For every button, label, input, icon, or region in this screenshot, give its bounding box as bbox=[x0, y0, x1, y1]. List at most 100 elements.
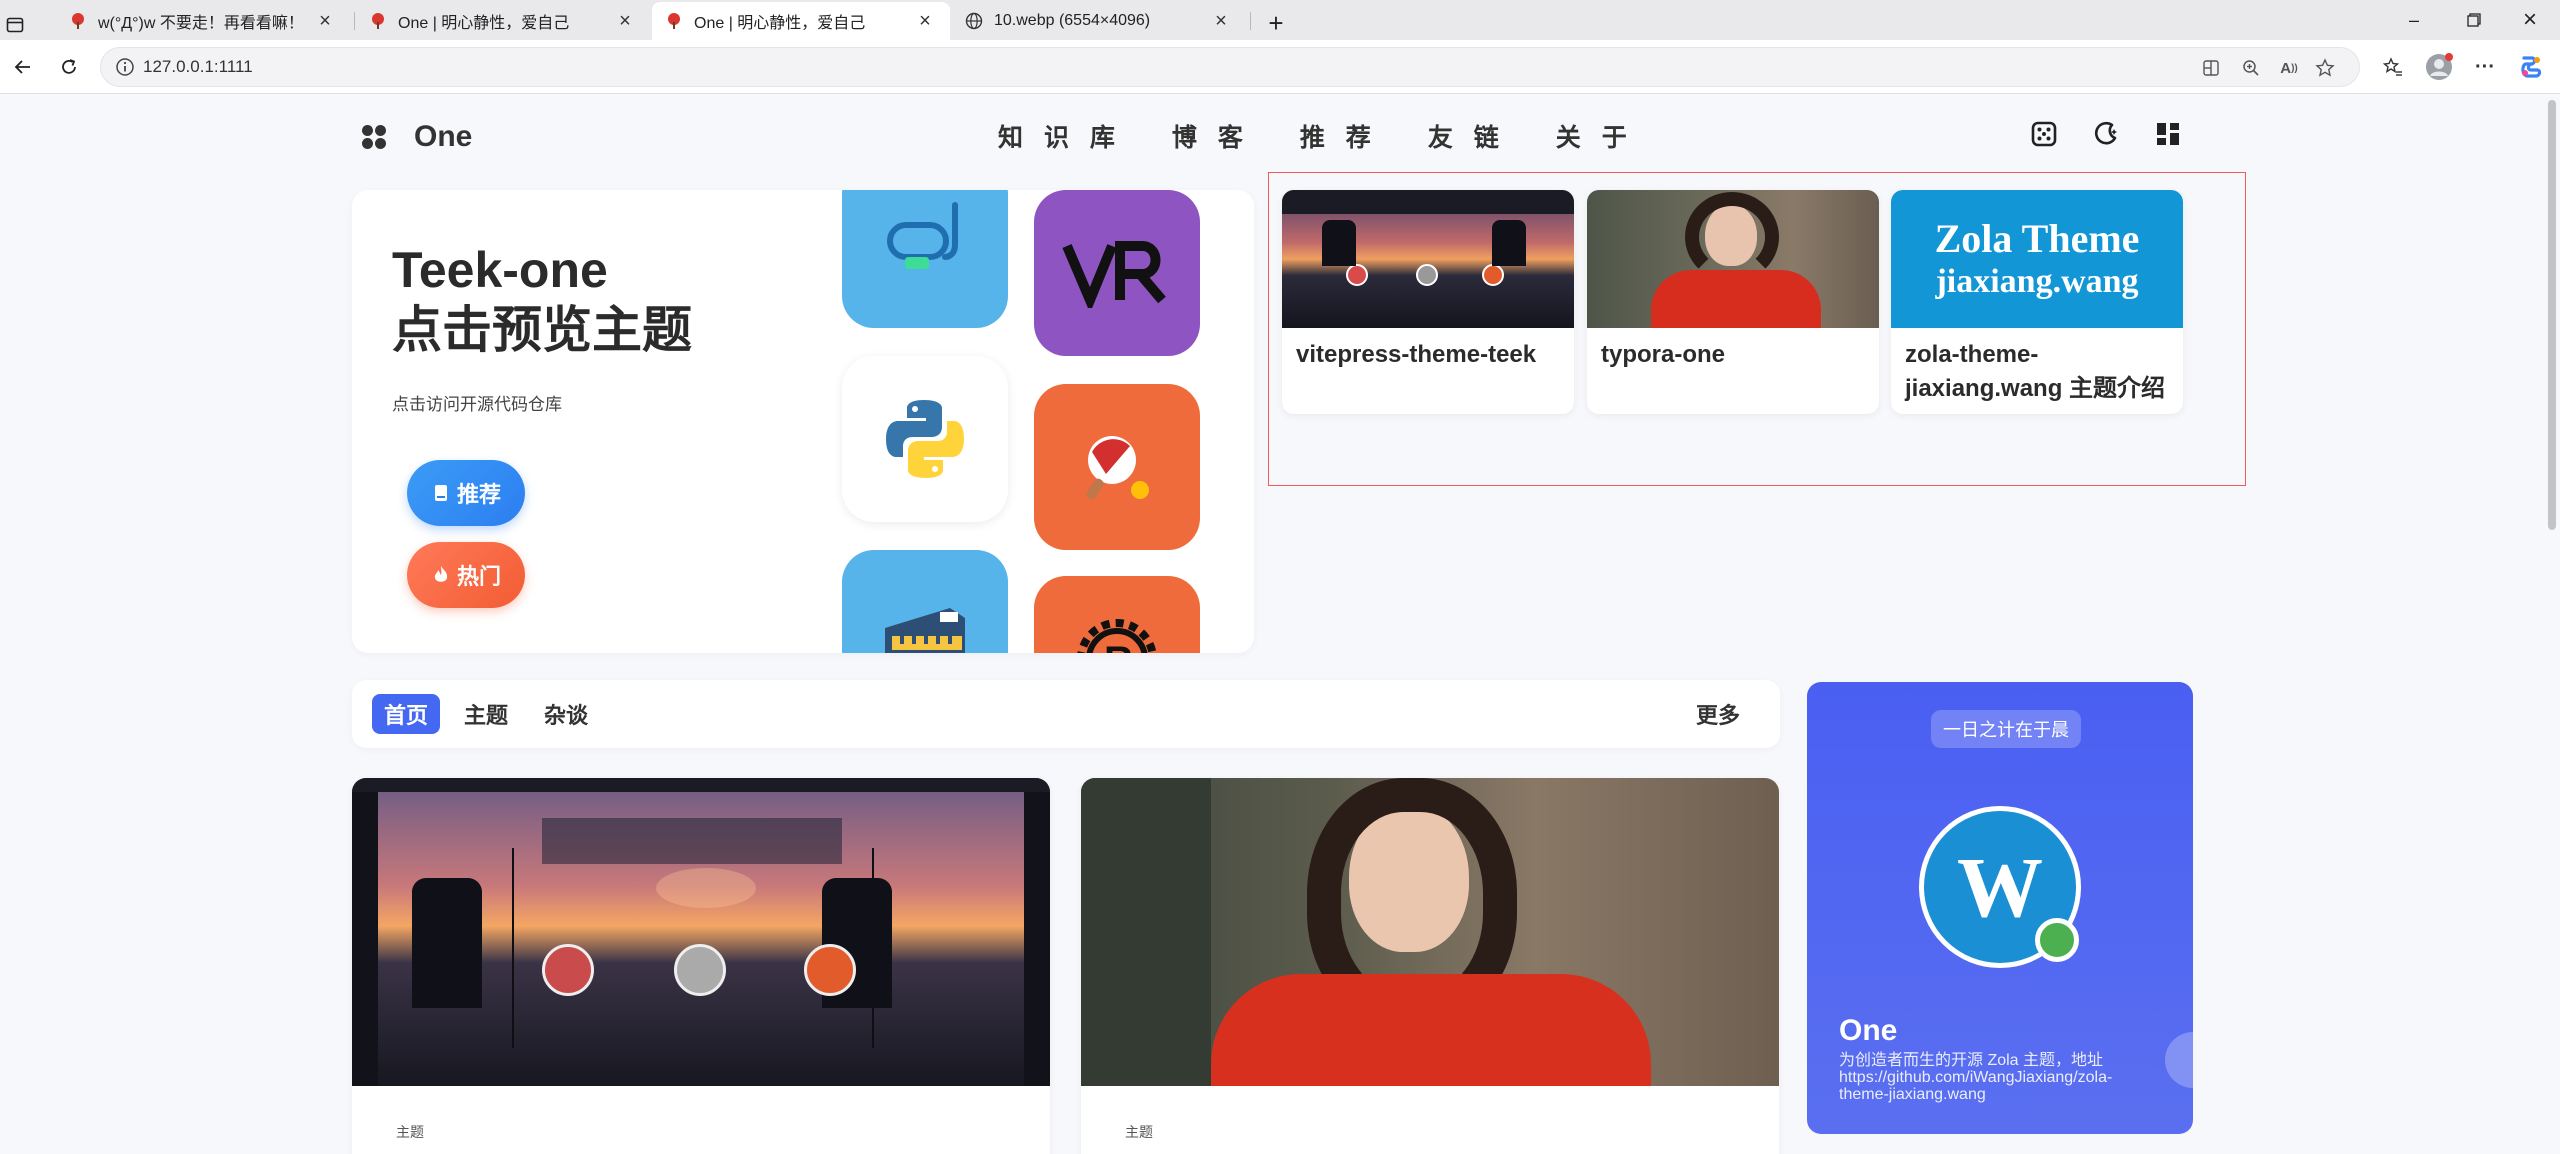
nav-item-about[interactable]: 关 于 bbox=[1556, 118, 1634, 154]
python-app-tile[interactable] bbox=[842, 356, 1008, 522]
tab-title: 10.webp (6554×4096) bbox=[994, 12, 1151, 29]
featured-title: typora-one bbox=[1601, 341, 1726, 368]
nav-item-blog[interactable]: 博 客 bbox=[1172, 118, 1250, 154]
page-scrollbar[interactable] bbox=[2548, 100, 2556, 530]
address-bar[interactable]: 127.0.0.1:1111 A)) bbox=[100, 47, 2360, 87]
arrow-left-icon bbox=[14, 60, 30, 74]
hero-card[interactable]: Teek-one 点击预览主题 点击访问开源代码仓库 推荐 热门 R bbox=[352, 190, 1254, 653]
nav-item-recommend[interactable]: 推 荐 bbox=[1300, 118, 1378, 154]
profile-avatar-icon[interactable] bbox=[2424, 52, 2454, 82]
hot-label: 热门 bbox=[456, 564, 501, 589]
restore-button[interactable] bbox=[2444, 4, 2504, 36]
dice-random-button[interactable] bbox=[2028, 118, 2060, 150]
plus-icon: + bbox=[1268, 7, 1284, 38]
close-icon[interactable]: × bbox=[1210, 10, 1232, 33]
profile-desc-line[interactable]: theme-jiaxiang.wang bbox=[1839, 1086, 2169, 1103]
close-icon[interactable]: × bbox=[914, 10, 936, 33]
read-aloud-icon[interactable]: A)) bbox=[2277, 56, 2301, 80]
book-icon bbox=[431, 483, 451, 503]
tab-title: One | 明心静性，爱自己 bbox=[694, 15, 866, 32]
featured-card-typora[interactable]: typora-one bbox=[1587, 190, 1879, 414]
tab-title: One | 明心静性，爱自己 bbox=[398, 15, 570, 32]
split-screen-icon[interactable] bbox=[2199, 56, 2223, 80]
refresh-icon bbox=[62, 59, 76, 74]
hero-subtitle[interactable]: 点击访问开源代码仓库 bbox=[392, 390, 562, 415]
tab-themes[interactable]: 主题 bbox=[452, 694, 520, 734]
piano-app-tile[interactable] bbox=[842, 550, 1008, 653]
star-icon[interactable] bbox=[2313, 56, 2337, 80]
snorkel-mask-icon bbox=[887, 202, 958, 269]
site-title: One bbox=[414, 120, 473, 153]
post-cover-portrait bbox=[1081, 778, 1779, 1086]
featured-card-zola[interactable]: Zola Theme jiaxiang.wang zola-theme-jiax… bbox=[1891, 190, 2183, 414]
dark-mode-toggle[interactable] bbox=[2090, 118, 2122, 150]
profile-desc-line[interactable]: https://github.com/iWangJiaxiang/zola- bbox=[1839, 1069, 2169, 1086]
featured-thumb-zola: Zola Theme jiaxiang.wang bbox=[1891, 190, 2183, 328]
browser-tab-1[interactable]: w(°Д°)w 不要走！再看看嘛！ × bbox=[56, 2, 350, 40]
browser-tab-3[interactable]: One | 明心静性，爱自己 × bbox=[652, 2, 950, 40]
daily-quote: 一日之计在于晨 bbox=[1931, 710, 2081, 748]
minimize-icon: – bbox=[2408, 9, 2419, 30]
browser-tab-bar: w(°Д°)w 不要走！再看看嘛！ × One | 明心静性，爱自己 × One… bbox=[0, 0, 2560, 40]
piano-icon bbox=[885, 608, 965, 653]
more-menu-icon[interactable]: ··· bbox=[2470, 52, 2500, 82]
main-nav: 知 识 库 博 客 推 荐 友 链 关 于 bbox=[998, 118, 1684, 154]
back-button[interactable] bbox=[6, 50, 40, 84]
post-category[interactable]: 主题 bbox=[396, 1122, 424, 1142]
globe-icon bbox=[964, 11, 984, 31]
minimize-button[interactable]: – bbox=[2384, 4, 2444, 36]
profile-card: 一日之计在于晨 W One 为创造者而生的开源 Zola 主题，地址 https… bbox=[1807, 682, 2193, 1134]
featured-card-vitepress[interactable]: vitepress-theme-teek bbox=[1282, 190, 1574, 414]
tab-actions-icon bbox=[6, 17, 24, 33]
featured-title: vitepress-theme-teek bbox=[1296, 341, 1537, 368]
post-card[interactable]: 主题 bbox=[1081, 778, 1779, 1154]
recommend-label: 推荐 bbox=[456, 482, 501, 507]
window-close-button[interactable]: × bbox=[2500, 4, 2560, 36]
favorites-icon[interactable] bbox=[2378, 52, 2408, 82]
tab-misc[interactable]: 杂谈 bbox=[532, 694, 600, 734]
featured-thumb-portrait bbox=[1587, 190, 1879, 328]
new-tab-button[interactable]: + bbox=[1256, 4, 1296, 42]
red-tree-favicon-icon bbox=[368, 11, 388, 31]
more-link[interactable]: 更多 bbox=[1684, 694, 1752, 734]
browser-tab-2[interactable]: One | 明心静性，爱自己 × bbox=[356, 2, 650, 40]
red-tree-favicon-icon bbox=[664, 11, 684, 31]
tab-actions-button[interactable] bbox=[6, 6, 42, 44]
rust-gear-icon: R bbox=[1077, 619, 1157, 653]
info-icon[interactable] bbox=[115, 57, 135, 77]
tab-home[interactable]: 首页 bbox=[372, 694, 441, 734]
python-logo-icon bbox=[886, 400, 964, 478]
copilot-icon[interactable] bbox=[2516, 52, 2546, 82]
fire-icon bbox=[431, 565, 451, 585]
red-tree-favicon-icon bbox=[68, 11, 88, 31]
refresh-button[interactable] bbox=[52, 50, 86, 84]
hot-button[interactable]: 热门 bbox=[407, 542, 525, 608]
snorkel-app-tile[interactable] bbox=[842, 190, 1008, 328]
layout-toggle[interactable] bbox=[2152, 118, 2184, 150]
close-icon[interactable]: × bbox=[614, 10, 636, 33]
content-tabs: 首页 主题 杂谈 更多 bbox=[352, 680, 1780, 748]
rust-app-tile[interactable]: R bbox=[1034, 576, 1200, 653]
nav-item-knowledge[interactable]: 知 识 库 bbox=[998, 118, 1122, 154]
nav-item-friends[interactable]: 友 链 bbox=[1428, 118, 1506, 154]
avatar-letter: W bbox=[1957, 839, 2043, 935]
close-icon: × bbox=[2522, 6, 2537, 33]
recommend-button[interactable]: 推荐 bbox=[407, 460, 525, 526]
zola-thumb-title: Zola Theme bbox=[1934, 216, 2140, 261]
post-cover-sunset-train bbox=[352, 778, 1050, 1086]
vr-app-tile[interactable] bbox=[1034, 190, 1200, 356]
pingpong-app-tile[interactable] bbox=[1034, 384, 1200, 550]
hero-title: Teek-one 点击预览主题 bbox=[392, 240, 692, 360]
profile-side-button[interactable] bbox=[2165, 1032, 2193, 1088]
featured-title: zola-theme-jiaxiang.wang 主题介绍 bbox=[1905, 341, 2166, 402]
close-icon[interactable]: × bbox=[314, 10, 336, 33]
url-text[interactable]: 127.0.0.1:1111 bbox=[143, 57, 253, 77]
dice-icon bbox=[2031, 121, 2057, 147]
hero-title-line: Teek-one bbox=[392, 242, 608, 298]
site-logo[interactable]: One bbox=[362, 120, 472, 154]
post-category[interactable]: 主题 bbox=[1125, 1122, 1153, 1142]
browser-tab-4[interactable]: 10.webp (6554×4096) × bbox=[952, 2, 1246, 40]
zola-thumb-domain: jiaxiang.wang bbox=[1935, 263, 2139, 300]
zoom-icon[interactable] bbox=[2239, 56, 2263, 80]
post-card[interactable]: 主题 bbox=[352, 778, 1050, 1154]
